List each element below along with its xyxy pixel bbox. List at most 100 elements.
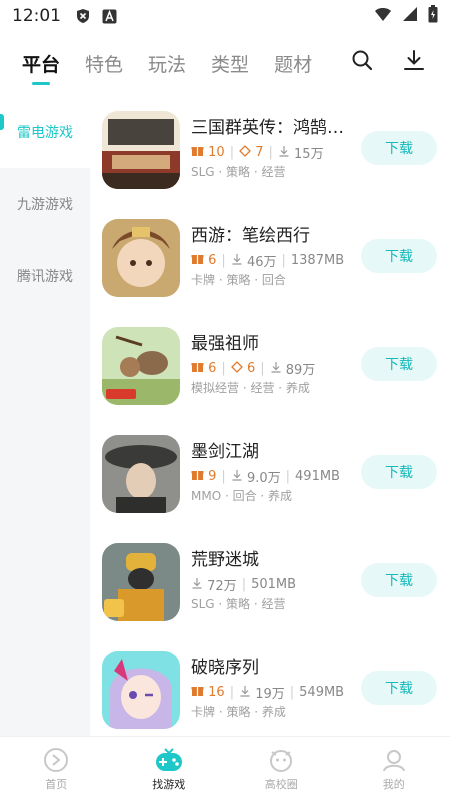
gift-value: 6	[208, 361, 217, 376]
game-icon[interactable]	[102, 111, 180, 189]
game-name: 三国群英传：鸿鹄霸业	[191, 118, 351, 138]
divider: |	[260, 361, 265, 376]
download-icon[interactable]	[402, 48, 426, 72]
download-count-icon	[239, 685, 251, 701]
game-name: 西游：笔绘西行	[191, 226, 310, 246]
nav-label: 高校圈	[264, 777, 298, 791]
download-count: 19万	[239, 683, 285, 702]
tab-type[interactable]: 类型	[211, 45, 249, 85]
download-button[interactable]: 下载	[361, 563, 437, 597]
divider: |	[285, 469, 291, 484]
nav-campus[interactable]: 高校圈	[225, 737, 338, 800]
nav-label: 找游戏	[152, 777, 186, 791]
divider: |	[229, 685, 235, 700]
divider: |	[241, 577, 247, 592]
nav-label: 首页	[45, 777, 68, 791]
divider: |	[289, 685, 295, 700]
list-item[interactable]: 破晓序列 16 | 19万 | 549MB 卡牌 · 策略 · 养成 下载	[90, 651, 450, 736]
nav-find-games[interactable]: 找游戏	[113, 737, 226, 800]
sidebar-item-leidian[interactable]: 雷电游戏	[0, 96, 90, 168]
gift-icon	[191, 144, 204, 161]
sidebar-item-label: 腾讯游戏	[17, 269, 73, 285]
game-stats: 10 | 7 | 15万	[191, 143, 324, 162]
sidebar-item-tencent[interactable]: 腾讯游戏	[0, 240, 90, 312]
sidebar-item-jiuyou[interactable]: 九游游戏	[0, 168, 90, 240]
game-icon[interactable]	[102, 435, 180, 513]
battery-icon	[428, 5, 438, 27]
nav-profile[interactable]: 我的	[338, 737, 450, 800]
download-value: 15万	[294, 147, 324, 162]
game-size: 549MB	[299, 685, 345, 700]
gift-icon	[191, 468, 204, 485]
list-item[interactable]: 最强祖师 6 | 6 | 89万 模拟经营 · 经营 · 养成 下载	[90, 327, 450, 435]
game-stats: 6 | 46万 | 1387MB	[191, 251, 344, 270]
diamond-count: 7	[239, 144, 264, 161]
game-tags: 卡牌 · 策略 · 养成	[191, 705, 286, 719]
download-value: 72万	[207, 579, 237, 594]
list-item[interactable]: 墨剑江湖 9 | 9.0万 | 491MB MMO · 回合 · 养成 下载	[90, 435, 450, 543]
download-button[interactable]: 下载	[361, 347, 437, 381]
sidebar-item-label: 九游游戏	[17, 197, 73, 213]
tab-theme[interactable]: 题材	[274, 45, 312, 85]
download-count-icon	[270, 361, 282, 377]
game-tags: MMO · 回合 · 养成	[191, 489, 293, 503]
gift-icon	[191, 252, 204, 269]
download-value: 89万	[285, 363, 316, 378]
search-icon[interactable]	[350, 48, 374, 72]
a-badge-icon	[101, 8, 117, 24]
game-icon[interactable]	[102, 651, 180, 729]
gift-value: 10	[208, 145, 225, 160]
game-list: 三国群英传：鸿鹄霸业 10 | 7 | 15万 SLG · 策略 · 经营 下载…	[90, 96, 450, 736]
diamond-icon	[230, 360, 243, 377]
download-count-icon	[191, 577, 203, 593]
sidebar-item-label: 雷电游戏	[17, 125, 73, 141]
gift-count: 10	[191, 144, 225, 161]
download-count-icon	[278, 145, 290, 161]
game-stats: 6 | 6 | 89万	[191, 359, 315, 378]
home-icon	[41, 746, 71, 774]
divider: |	[268, 145, 273, 160]
download-count: 72万	[191, 575, 237, 594]
download-button[interactable]: 下载	[361, 239, 437, 273]
game-tags: SLG · 策略 · 经营	[191, 597, 286, 611]
nav-label: 我的	[382, 777, 405, 791]
download-button[interactable]: 下载	[361, 671, 437, 705]
tab-gameplay[interactable]: 玩法	[148, 45, 186, 85]
game-name: 最强祖师	[191, 334, 259, 354]
platform-sidebar: 雷电游戏 九游游戏 腾讯游戏	[0, 96, 90, 736]
download-count: 46万	[231, 251, 277, 270]
game-name: 荒野迷城	[191, 550, 259, 570]
campus-icon	[266, 746, 296, 774]
game-size: 1387MB	[290, 253, 345, 268]
download-count: 9.0万	[231, 467, 281, 486]
download-button[interactable]: 下载	[361, 455, 437, 489]
game-tags: SLG · 策略 · 经营	[191, 165, 286, 179]
download-button[interactable]: 下载	[361, 131, 437, 165]
game-icon[interactable]	[102, 219, 180, 297]
bottom-nav: 首页 找游戏 高校圈 我的	[0, 736, 450, 800]
tab-platform[interactable]: 平台	[22, 45, 60, 85]
gamepad-icon	[154, 746, 184, 774]
nav-home[interactable]: 首页	[0, 737, 113, 800]
list-item[interactable]: 西游：笔绘西行 6 | 46万 | 1387MB 卡牌 · 策略 · 回合 下载	[90, 219, 450, 327]
divider: |	[229, 145, 235, 160]
active-indicator	[0, 114, 4, 130]
profile-icon	[379, 746, 409, 774]
game-size: 491MB	[295, 469, 340, 484]
download-count: 89万	[270, 359, 316, 378]
tab-feature[interactable]: 特色	[85, 45, 123, 85]
list-item[interactable]: 荒野迷城 72万 | 501MB SLG · 策略 · 经营 下载	[90, 543, 450, 651]
list-item[interactable]: 三国群英传：鸿鹄霸业 10 | 7 | 15万 SLG · 策略 · 经营 下载	[90, 111, 450, 219]
diamond-value: 6	[246, 361, 256, 376]
diamond-count: 6	[230, 360, 256, 377]
game-tags: 模拟经营 · 经营 · 养成	[191, 381, 310, 395]
game-size: 501MB	[251, 577, 297, 592]
game-icon[interactable]	[102, 327, 180, 405]
gift-value: 16	[208, 685, 225, 700]
game-name: 墨剑江湖	[191, 442, 259, 462]
game-name: 破晓序列	[191, 658, 259, 678]
game-icon[interactable]	[102, 543, 180, 621]
download-value: 9.0万	[246, 471, 281, 486]
game-stats: 16 | 19万 | 549MB	[191, 683, 344, 702]
status-bar: 12:01	[0, 0, 450, 32]
